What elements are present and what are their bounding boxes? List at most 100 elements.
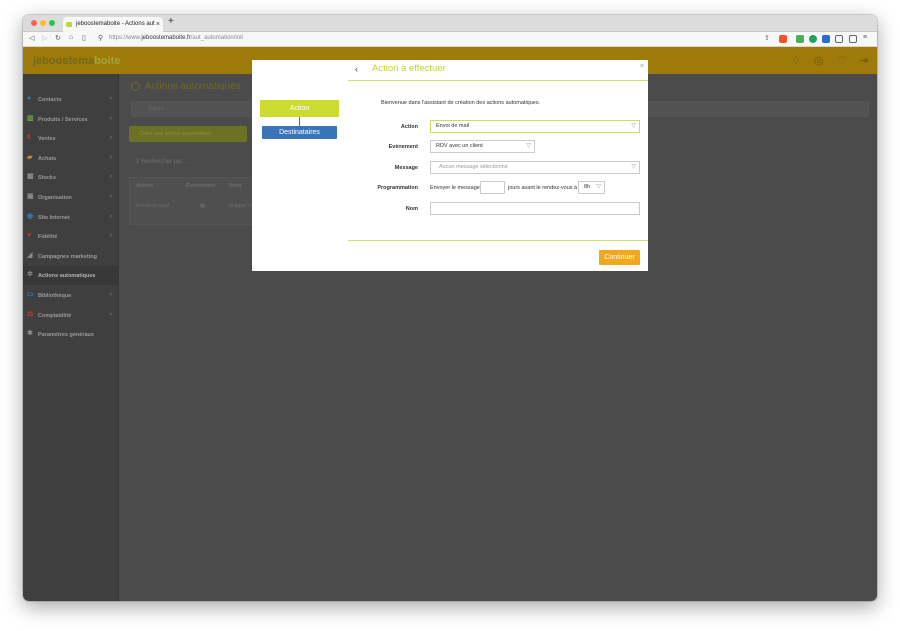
home-icon[interactable]: ⌂ (69, 34, 73, 41)
step-action[interactable]: Action (260, 100, 339, 117)
forward-icon[interactable]: ▷ (42, 34, 47, 42)
cart-icon: ▰ (27, 153, 33, 161)
browser-tab[interactable]: jeboostemaboite - Actions aut × (63, 17, 163, 32)
sidebar-item[interactable]: ✲ Actions automatiques (23, 266, 119, 286)
help-icon[interactable]: ◎ (814, 54, 824, 67)
days-before-input[interactable] (480, 181, 505, 194)
message-select-placeholder: Aucun message sélectionné (439, 164, 508, 170)
sidebar-item[interactable]: ▰ Achats › (23, 149, 119, 168)
search-input[interactable]: ⚲ Rechercher par... (135, 158, 187, 165)
gear-circle-icon (131, 82, 140, 91)
sidebar-item-label: Fidélité (38, 234, 58, 241)
extension-green-icon[interactable] (796, 35, 804, 43)
close-icon[interactable]: × (640, 63, 644, 70)
sidebar-item[interactable]: ◢ Campagnes marketing (23, 247, 119, 266)
name-input[interactable] (430, 202, 640, 215)
chevron-right-icon: › (109, 173, 112, 181)
step-destinataires[interactable]: Destinataires (262, 126, 337, 139)
extensions-icon[interactable] (835, 35, 843, 43)
browser-window: jeboostemaboite - Actions aut × + ◁ ▷ ↻ … (23, 15, 877, 601)
chevron-down-icon: ▽ (631, 123, 636, 129)
title-divider (348, 80, 648, 81)
calendar-icon: ▣ (27, 193, 34, 200)
reload-icon[interactable]: ↻ (55, 34, 61, 42)
chevron-right-icon: › (109, 291, 112, 298)
section-band-text: Actions (148, 106, 165, 112)
favicon-icon (66, 22, 72, 27)
footer-divider (348, 240, 648, 241)
globe-icon: ◉ (27, 212, 34, 220)
sidebar-item[interactable]: € Ventes › (23, 129, 119, 148)
automation-wizard-modal: Action Destinataires ‹ Action à effectue… (252, 60, 648, 271)
tab-close-icon[interactable]: × (156, 17, 160, 32)
bookmark-icon[interactable]: ▯ (82, 34, 86, 42)
hour-select-value: 8h (584, 184, 591, 190)
sidebar-item[interactable]: ▭ Bibliothèque › (23, 286, 119, 305)
sidebar-item[interactable]: ♥ Fidélité › (23, 227, 119, 246)
sidebar-item-label: Actions automatiques (38, 273, 96, 280)
sidebar-item[interactable]: ◉ Site Internet › (23, 208, 119, 227)
action-select-value: Envoi de mail (436, 123, 470, 129)
tab-bar: jeboostemaboite - Actions aut × + (23, 15, 877, 32)
folder-icon: ▭ (27, 291, 34, 298)
programmation-prefix: Envoyer le message (430, 185, 480, 191)
sidebar-item-label: Organisation (38, 195, 72, 201)
action-select[interactable]: Envoi de mail ▽ (430, 120, 640, 133)
logout-icon[interactable]: ⇥ (859, 54, 868, 67)
sidebar-item[interactable]: ▥ Produits / Services › (23, 110, 119, 129)
bell-icon[interactable]: ♢ (791, 54, 801, 67)
share-icon[interactable]: ⇪ (764, 34, 770, 42)
programmation-label: Programmation (377, 185, 418, 191)
person-icon: ● (27, 95, 32, 102)
menu-icon[interactable]: ≡ (863, 34, 867, 41)
site-info-icon[interactable]: ⚲ (98, 34, 103, 42)
url-path: /aut_automation/init (190, 35, 244, 41)
event-select[interactable]: RDV avec un client ▽ (430, 140, 535, 153)
welcome-text: Bienvenue dans l'assistant de création d… (381, 100, 541, 106)
brave-shield-icon[interactable] (779, 35, 787, 43)
extension-blue-icon[interactable] (822, 35, 830, 43)
message-select[interactable]: Aucun message sélectionné ▽ (430, 161, 640, 174)
create-action-button[interactable]: Créer une action automatique (129, 126, 247, 142)
table-header[interactable]: Action (136, 183, 153, 189)
back-chevron-icon[interactable]: ‹ (355, 64, 358, 74)
wizard-content: ‹ Action à effectuer × Bienvenue dans l'… (348, 60, 648, 271)
sidebar-item-label: Campagnes marketing (38, 253, 97, 260)
continue-button[interactable]: Continuer (599, 250, 640, 265)
settings-icon: ✱ (27, 330, 33, 338)
chevron-down-icon: ▽ (596, 184, 601, 190)
sidebar-item-label: Paramètres généraux (38, 332, 94, 339)
url-prefix: https://www. (109, 35, 142, 41)
actions-table: Action Événement Nom Envoi de mail ▦ Rap… (129, 177, 259, 225)
sidebar-item[interactable]: ▦ Stocks › (23, 168, 119, 187)
new-tab-button[interactable]: + (168, 16, 174, 27)
close-window-button[interactable] (31, 20, 37, 26)
minimize-window-button[interactable] (40, 20, 46, 26)
maximize-window-button[interactable] (49, 20, 55, 26)
sidebar-item[interactable]: ⚖ Comptabilité › (23, 306, 119, 325)
logo-part2: boite (94, 55, 121, 67)
action-label: Action (400, 124, 418, 130)
sidebar-toggle-icon[interactable] (849, 35, 857, 43)
back-icon[interactable]: ◁ (29, 34, 34, 42)
sidebar-item[interactable]: ▣ Organisation › (23, 188, 119, 207)
chevron-right-icon: › (109, 193, 112, 200)
chevron-right-icon: › (109, 134, 112, 142)
search-placeholder: Rechercher par... (141, 159, 188, 165)
url-field[interactable]: https://www.jeboostemaboite.fr/aut_autom… (109, 35, 243, 41)
modal-title: Action à effectuer (372, 63, 446, 74)
name-label: Nom (405, 206, 418, 212)
heart-outline-icon[interactable]: ♡ (837, 54, 847, 67)
url-domain: jeboostemaboite.fr (141, 35, 191, 41)
sidebar-item-label: Comptabilité (38, 312, 72, 319)
app-logo[interactable]: jeboostemaboite (33, 55, 120, 67)
sidebar-item[interactable]: ● Contacts › (23, 90, 119, 109)
table-header[interactable]: Nom (229, 183, 241, 189)
tab-title: jeboostemaboite - Actions aut (76, 21, 155, 27)
sidebar-item[interactable]: ✱ Paramètres généraux (23, 325, 119, 344)
sidebar: ● Contacts › ▥ Produits / Services › € Ventes › ▰… (23, 74, 119, 601)
chevron-right-icon: › (109, 310, 112, 318)
hour-select[interactable]: 8h ▽ (578, 181, 605, 194)
table-header[interactable]: Événement (186, 183, 215, 189)
extension-grammar-icon[interactable] (809, 35, 817, 43)
